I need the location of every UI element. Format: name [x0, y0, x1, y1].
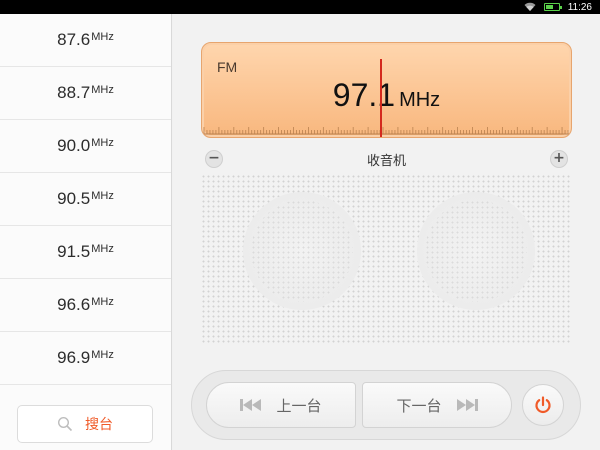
playback-controls: 上一台 下一台	[191, 370, 581, 440]
scan-button[interactable]: 搜台	[17, 405, 153, 443]
wifi-icon	[524, 2, 536, 11]
power-icon	[535, 396, 551, 414]
power-button[interactable]	[522, 384, 564, 426]
station-item[interactable]: 96.9 MHz	[0, 332, 171, 385]
volume-row: − 收音机 +	[201, 147, 572, 169]
volume-up-button[interactable]: +	[550, 150, 568, 168]
next-station-button[interactable]: 下一台	[362, 382, 512, 428]
left-speaker	[243, 192, 361, 310]
station-item[interactable]: 88.7 MHz	[0, 67, 171, 120]
station-unit: MHz	[91, 349, 114, 361]
station-item[interactable]: 90.0 MHz	[0, 120, 171, 173]
battery-icon	[543, 3, 562, 11]
speaker-grille	[201, 174, 572, 344]
station-frequency: 90.0	[57, 136, 91, 155]
station-item[interactable]: 91.5 MHz	[0, 226, 171, 279]
tuning-needle[interactable]	[380, 59, 382, 137]
station-unit: MHz	[91, 31, 114, 43]
station-item[interactable]: 87.6 MHz	[0, 14, 171, 67]
current-frequency-unit: MHz	[399, 89, 441, 111]
previous-station-label: 上一台	[276, 396, 322, 415]
right-speaker	[417, 192, 535, 310]
skip-previous-icon	[240, 399, 262, 411]
station-item[interactable]: 96.6 MHz	[0, 279, 171, 332]
station-unit: MHz	[91, 296, 114, 308]
scan-button-label: 搜台	[85, 417, 113, 433]
next-station-label: 下一台	[396, 396, 442, 415]
station-frequency: 88.7	[57, 83, 91, 102]
band-label: FM	[217, 59, 238, 75]
station-unit: MHz	[91, 137, 114, 149]
current-frequency-value: 97.1	[332, 77, 396, 113]
station-frequency: 96.6	[57, 295, 91, 314]
frequency-display[interactable]: FM 97.1 MHz	[201, 42, 572, 138]
station-unit: MHz	[91, 243, 114, 255]
station-item[interactable]: 90.5 MHz	[0, 173, 171, 226]
tuner-panel: FM 97.1 MHz − 收音机 + 上一台 下一台	[173, 14, 600, 450]
current-frequency: 97.1 MHz	[202, 77, 571, 114]
tuning-scale	[202, 127, 571, 135]
skip-next-icon	[456, 399, 478, 411]
app-title: 收音机	[366, 154, 406, 169]
status-bar: 11:26	[0, 0, 600, 14]
status-time: 11:26	[567, 1, 592, 13]
station-frequency: 87.6	[57, 30, 91, 49]
station-frequency: 90.5	[57, 189, 91, 208]
station-list: 87.6 MHz 88.7 MHz 90.0 MHz 90.5 MHz 91.5 MHz …	[0, 14, 171, 385]
search-icon	[57, 416, 73, 432]
station-list-panel: 87.6 MHz 88.7 MHz 90.0 MHz 90.5 MHz 91.5 MHz …	[0, 14, 172, 450]
station-unit: MHz	[91, 84, 114, 96]
station-unit: MHz	[91, 190, 114, 202]
station-frequency: 96.9	[57, 348, 91, 367]
previous-station-button[interactable]: 上一台	[206, 382, 356, 428]
station-frequency: 91.5	[57, 242, 91, 261]
